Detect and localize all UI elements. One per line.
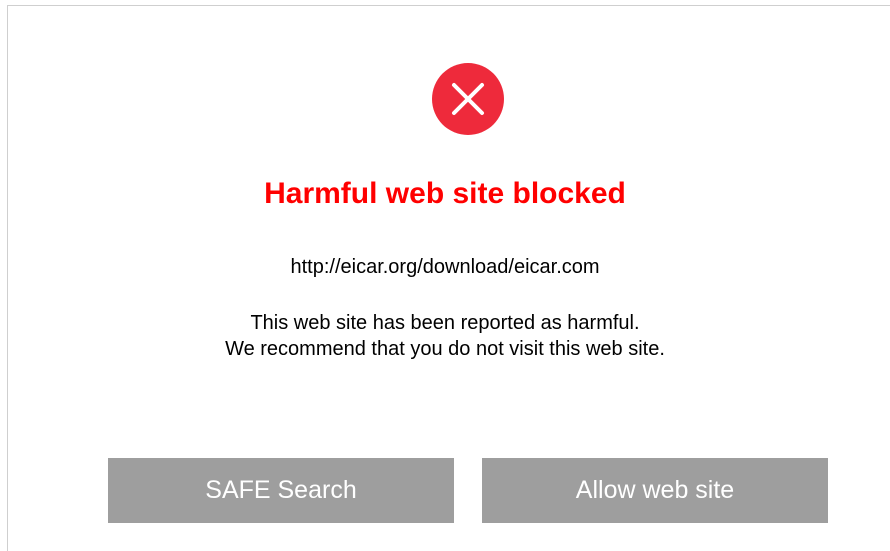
warning-message: This web site has been reported as harmf… xyxy=(0,310,890,362)
allow-web-site-button[interactable]: Allow web site xyxy=(482,458,828,523)
blocked-url: http://eicar.org/download/eicar.com xyxy=(290,256,600,278)
error-x-circle-icon xyxy=(432,63,504,135)
page-title: Harmful web site blocked xyxy=(264,177,626,210)
safe-search-button[interactable]: SAFE Search xyxy=(108,458,454,523)
warning-message-line-2: We recommend that you do not visit this … xyxy=(225,338,665,360)
warning-message-line-1: This web site has been reported as harmf… xyxy=(250,312,640,334)
